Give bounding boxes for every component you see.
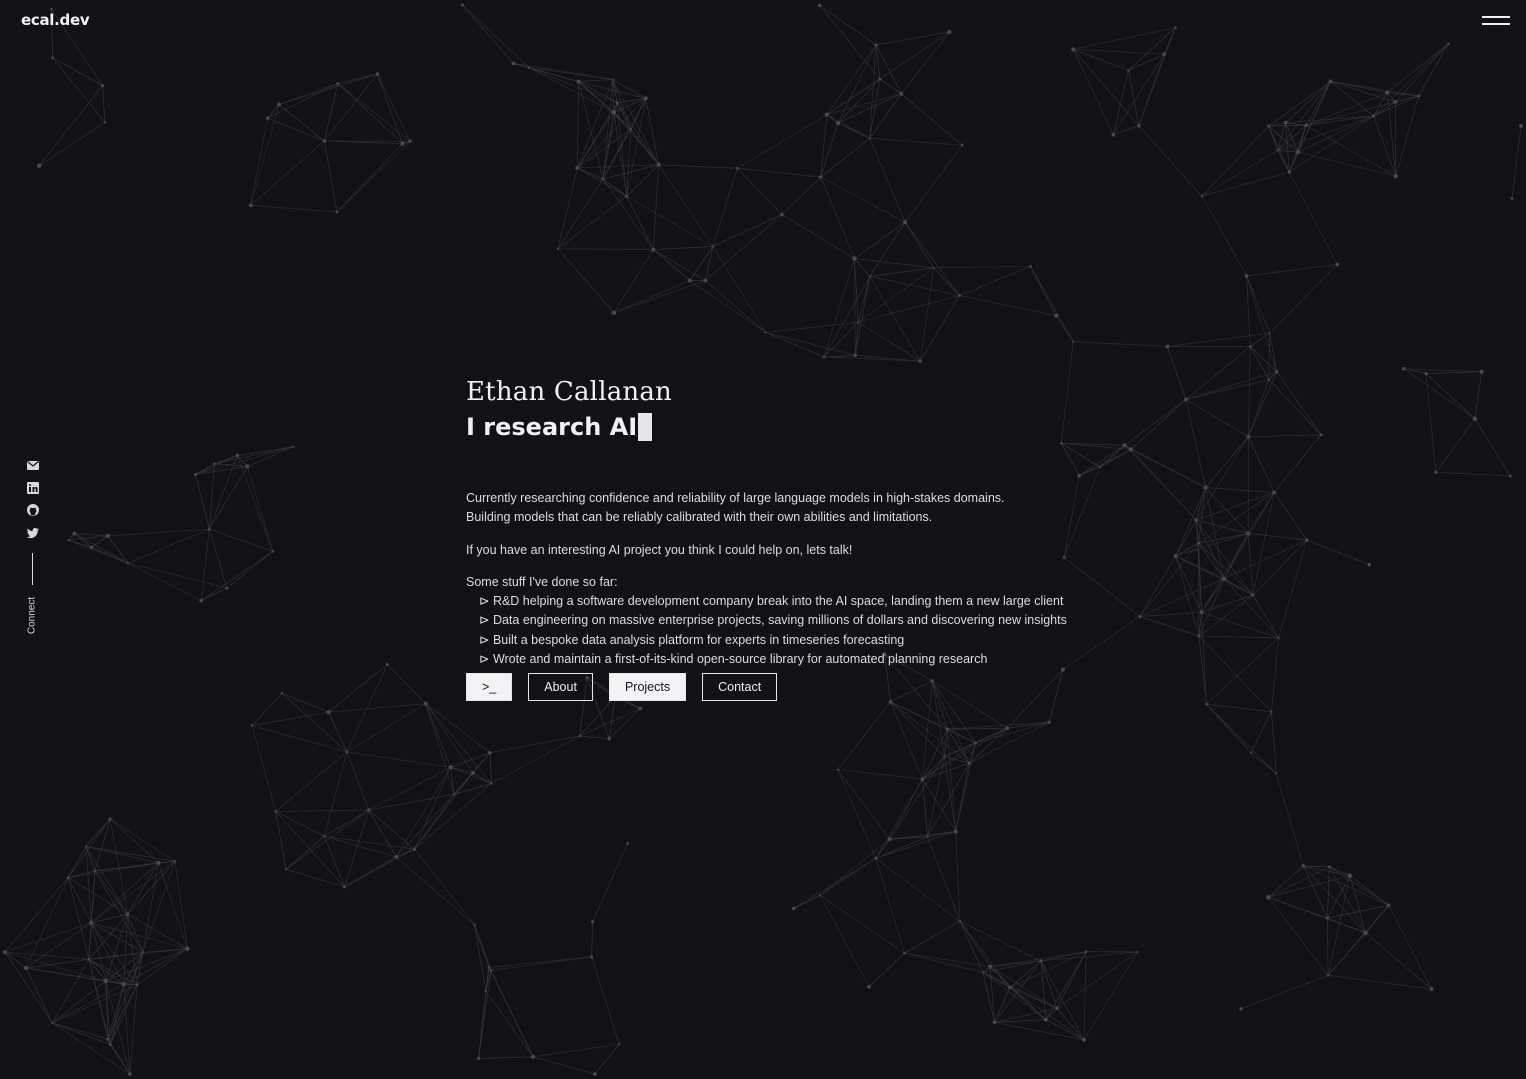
social-links: Connect xyxy=(26,458,40,634)
hero-section: Ethan Callanan I research AI Currently r… xyxy=(466,376,1076,702)
linkedin-icon[interactable] xyxy=(26,481,40,495)
list-item: ⊳ Wrote and maintain a first-of-its-kind… xyxy=(479,652,988,667)
tagline: I research AI xyxy=(466,412,1076,442)
terminal-button[interactable]: >_ xyxy=(466,673,513,702)
nav-buttons: >_ About Projects Contact xyxy=(466,673,1076,702)
tagline-text: I research AI xyxy=(466,413,638,441)
intro-line-2: Building models that can be reliably cal… xyxy=(466,510,933,525)
list-item: ⊳ Built a bespoke data analysis platform… xyxy=(479,632,905,647)
typing-cursor xyxy=(638,413,653,441)
connect-label[interactable]: Connect xyxy=(27,596,38,636)
about-button[interactable]: About xyxy=(528,673,593,702)
intro-line-1: Currently researching confidence and rel… xyxy=(466,491,1005,505)
github-icon[interactable] xyxy=(26,503,40,517)
twitter-icon[interactable] xyxy=(26,526,40,540)
connect-divider xyxy=(32,553,33,585)
contact-invite: If you have an interesting AI project yo… xyxy=(466,542,853,557)
email-icon[interactable] xyxy=(26,458,40,472)
list-item: ⊳ Data engineering on massive enterprise… xyxy=(479,613,1067,628)
contact-button[interactable]: Contact xyxy=(702,673,778,702)
hamburger-menu-icon[interactable] xyxy=(1482,14,1510,28)
achievements-list: ⊳ R&D helping a software development com… xyxy=(466,592,1076,669)
intro-paragraph: Currently researching confidence and rel… xyxy=(466,489,1076,528)
list-item: ⊳ R&D helping a software development com… xyxy=(479,594,1064,609)
intro-copy: Currently researching confidence and rel… xyxy=(466,489,1076,669)
page-title: Ethan Callanan xyxy=(466,377,673,407)
projects-button[interactable]: Projects xyxy=(608,673,687,702)
list-heading: Some stuff I've done so far: xyxy=(466,574,618,589)
site-logo[interactable]: ecal.dev xyxy=(21,11,90,29)
